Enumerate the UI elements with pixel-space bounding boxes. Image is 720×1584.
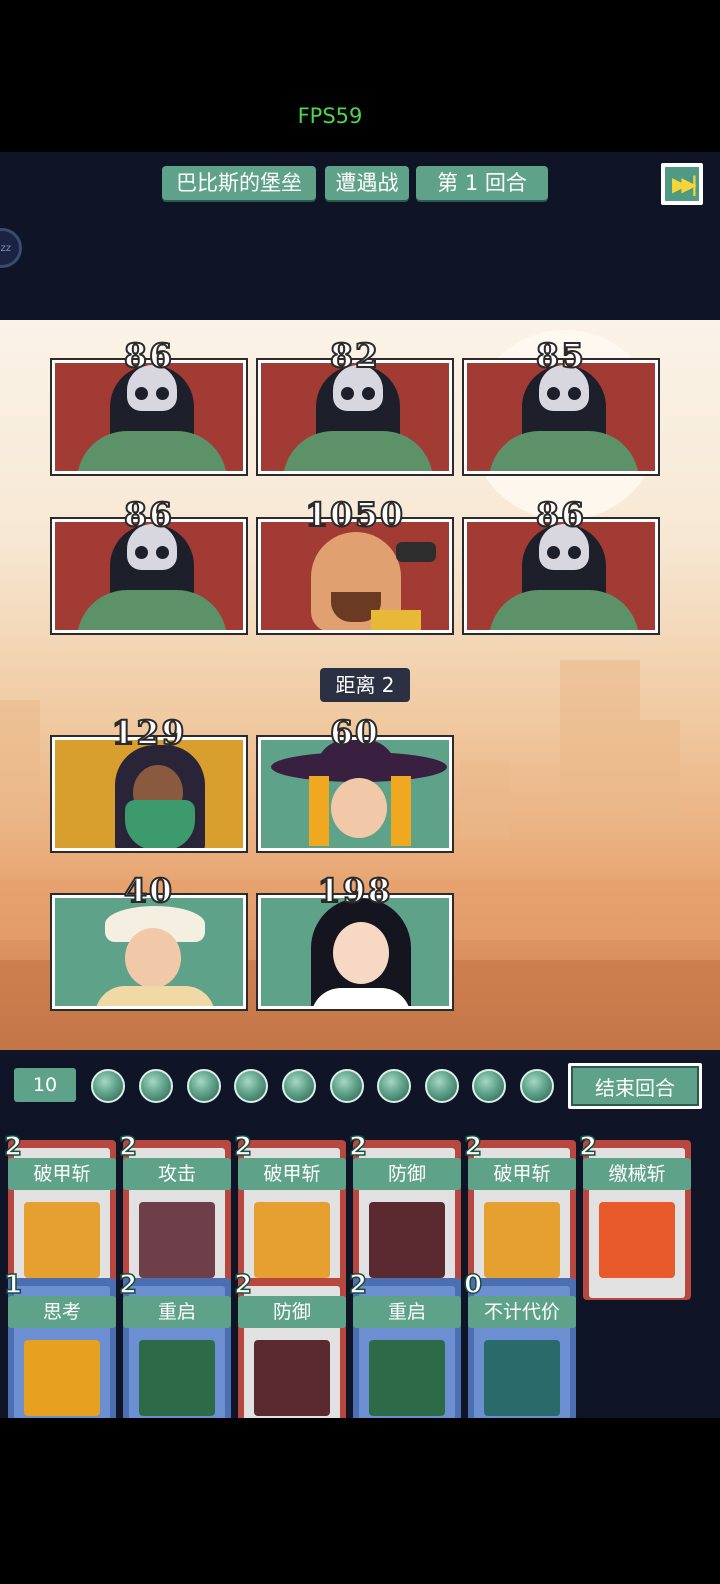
card-cost: 2 — [233, 1269, 253, 1301]
card-cost: 2 — [118, 1269, 138, 1301]
card[interactable]: 缴械斩 — [583, 1140, 691, 1300]
energy-orb — [330, 1069, 364, 1103]
ruins-decoration — [0, 700, 40, 820]
ally-unit[interactable] — [256, 893, 454, 1011]
card[interactable]: 思考 — [8, 1278, 116, 1438]
card-name: 不计代价 — [468, 1296, 576, 1328]
energy-orb — [520, 1069, 554, 1103]
ally-unit[interactable] — [50, 893, 248, 1011]
enemy-unit[interactable] — [462, 517, 660, 635]
energy-orb — [139, 1069, 173, 1103]
card[interactable]: 破甲斩 — [8, 1140, 116, 1300]
enemy-unit[interactable] — [50, 358, 248, 476]
ally-hp: 129 — [111, 712, 187, 753]
card-cost: 2 — [578, 1131, 598, 1163]
card-cost: 2 — [233, 1131, 253, 1163]
card[interactable]: 不计代价 — [468, 1278, 576, 1438]
spiral-hand-icon — [369, 1340, 445, 1416]
enemy-unit[interactable] — [462, 358, 660, 476]
enemy-hp: 82 — [329, 335, 380, 376]
end-turn-button[interactable]: 结束回合 — [568, 1063, 702, 1109]
ally-unit[interactable] — [256, 735, 454, 853]
energy-orb — [282, 1069, 316, 1103]
fast-forward-icon: ▶▶| — [665, 167, 699, 201]
bottom-bar — [0, 1418, 720, 1584]
enemy-hp: 1050 — [304, 494, 405, 535]
enemy-hp: 86 — [123, 335, 174, 376]
armor-break-icon — [254, 1202, 330, 1278]
fps-counter: FPS59 — [297, 104, 363, 128]
ally-hp: 40 — [123, 870, 174, 911]
card[interactable]: 攻击 — [123, 1140, 231, 1300]
card-name: 缴械斩 — [583, 1158, 691, 1190]
round-tag: 第 1 回合 — [416, 166, 548, 200]
shield-icon — [254, 1340, 330, 1416]
armor-break-icon — [24, 1202, 100, 1278]
enemy-boss-unit[interactable] — [256, 517, 454, 635]
energy-orb — [187, 1069, 221, 1103]
card-name: 思考 — [8, 1296, 116, 1328]
card-name: 防御 — [238, 1296, 346, 1328]
card-cost: 2 — [463, 1131, 483, 1163]
ruins-decoration — [560, 660, 640, 810]
enemy-unit[interactable] — [50, 517, 248, 635]
end-turn-label: 结束回合 — [571, 1066, 699, 1106]
card-name: 防御 — [353, 1158, 461, 1190]
disarm-slash-icon — [599, 1202, 675, 1278]
energy-orb — [425, 1069, 459, 1103]
skip-button[interactable]: ▶▶| — [661, 163, 703, 205]
enemy-hp: 85 — [535, 335, 586, 376]
card[interactable]: 防御 — [238, 1278, 346, 1438]
card-name: 破甲斩 — [238, 1158, 346, 1190]
skull-icon — [484, 1340, 560, 1416]
card-cost: 0 — [463, 1269, 483, 1301]
ally-hp: 198 — [317, 870, 393, 911]
sword-icon — [139, 1202, 215, 1278]
energy-orb — [91, 1069, 125, 1103]
eye-icon — [24, 1340, 100, 1416]
energy-counter: 10 — [14, 1068, 76, 1102]
card-cost: 2 — [3, 1131, 23, 1163]
card-name: 破甲斩 — [468, 1158, 576, 1190]
distance-label: 距离 2 — [320, 668, 410, 702]
energy-orb — [377, 1069, 411, 1103]
energy-orb — [472, 1069, 506, 1103]
card-cost: 2 — [348, 1269, 368, 1301]
ruins-decoration — [640, 720, 680, 820]
card[interactable]: 重启 — [353, 1278, 461, 1438]
card-cost: 2 — [118, 1131, 138, 1163]
ally-unit[interactable] — [50, 735, 248, 853]
card-cost: 2 — [348, 1131, 368, 1163]
battle-type-tag: 遭遇战 — [325, 166, 409, 200]
card-name: 重启 — [123, 1296, 231, 1328]
enemy-hp: 86 — [123, 494, 174, 535]
card[interactable]: 破甲斩 — [468, 1140, 576, 1300]
card-name: 攻击 — [123, 1158, 231, 1190]
ally-hp: 60 — [329, 712, 380, 753]
card[interactable]: 防御 — [353, 1140, 461, 1300]
armor-break-icon — [484, 1202, 560, 1278]
card-name: 破甲斩 — [8, 1158, 116, 1190]
ruins-decoration — [460, 760, 510, 840]
card-cost: 1 — [3, 1269, 23, 1301]
card[interactable]: 重启 — [123, 1278, 231, 1438]
enemy-unit[interactable] — [256, 358, 454, 476]
card[interactable]: 破甲斩 — [238, 1140, 346, 1300]
location-tag: 巴比斯的堡垒 — [162, 166, 316, 200]
enemy-hp: 86 — [535, 494, 586, 535]
card-name: 重启 — [353, 1296, 461, 1328]
energy-orb — [234, 1069, 268, 1103]
spiral-hand-icon — [139, 1340, 215, 1416]
shield-icon — [369, 1202, 445, 1278]
